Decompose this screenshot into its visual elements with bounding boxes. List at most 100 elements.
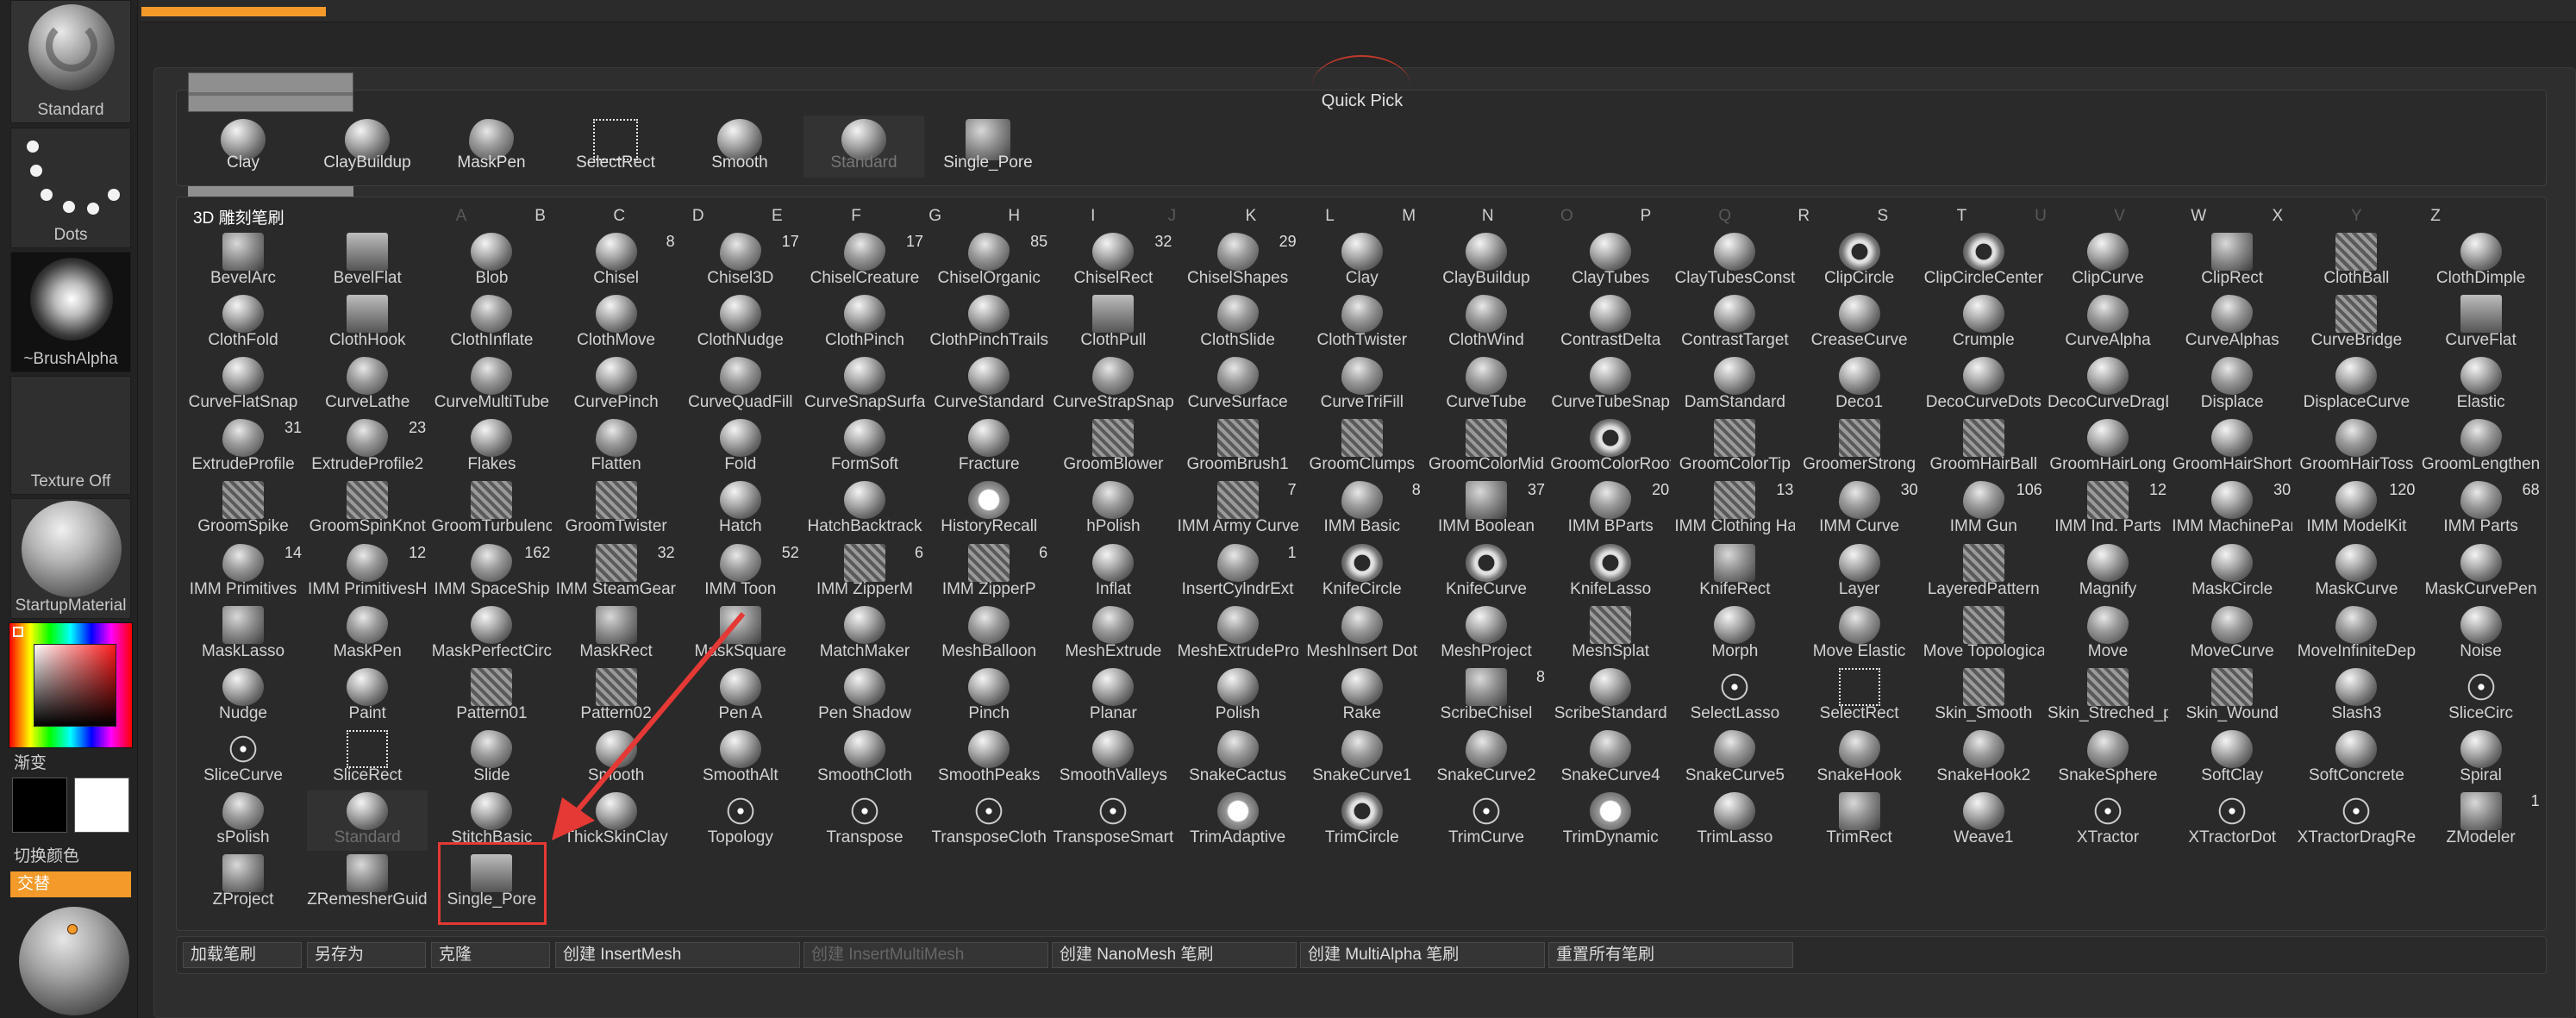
brush-item[interactable]: Smooth bbox=[556, 728, 677, 789]
alphabet-letter[interactable]: C bbox=[606, 207, 632, 226]
brush-item[interactable]: ClayTubesConst bbox=[1674, 231, 1795, 291]
brush-item[interactable]: Move bbox=[2048, 604, 2168, 665]
brush-item[interactable]: CurveLathe bbox=[307, 355, 428, 415]
brush-item[interactable]: MoveCurve bbox=[2172, 604, 2292, 665]
material-slot[interactable]: StartupMaterial bbox=[10, 498, 131, 619]
brush-item[interactable]: Pinch bbox=[928, 666, 1049, 727]
brush-item[interactable]: Planar bbox=[1053, 666, 1173, 727]
brush-item[interactable]: SoftConcrete bbox=[2296, 728, 2417, 789]
brush-item[interactable]: Magnify bbox=[2048, 542, 2168, 603]
alphabet-letter[interactable]: N bbox=[1475, 207, 1501, 226]
brush-item[interactable]: ChiselShapes 29 bbox=[1178, 231, 1298, 291]
brush-item[interactable]: MaskPerfectCirc bbox=[431, 604, 552, 665]
brush-item[interactable]: TrimAdaptive bbox=[1178, 790, 1298, 851]
brush-item[interactable]: SnakeSphere bbox=[2048, 728, 2168, 789]
preview-light-dot-icon[interactable] bbox=[67, 924, 78, 934]
quick-pick-item[interactable]: Clay bbox=[183, 116, 303, 178]
brush-item[interactable]: CurveQuadFill bbox=[680, 355, 801, 415]
brush-item[interactable]: IMM Gun 106 bbox=[1923, 479, 2044, 540]
brush-item[interactable]: ExtrudeProfile 31 bbox=[183, 417, 303, 478]
brush-item[interactable]: Chisel3D 17 bbox=[680, 231, 801, 291]
brush-item[interactable]: MaskRect bbox=[556, 604, 677, 665]
brush-item[interactable]: Weave1 bbox=[1923, 790, 2044, 851]
brush-item[interactable]: IMM Boolean 37 bbox=[1426, 479, 1547, 540]
brush-item[interactable]: IMM Ind. Parts 12 bbox=[2048, 479, 2168, 540]
brush-item[interactable]: ClothMove bbox=[556, 293, 677, 353]
quick-pick-tab[interactable] bbox=[188, 72, 353, 112]
brush-item[interactable]: MaskCurve bbox=[2296, 542, 2417, 603]
brush-item[interactable]: ChiselOrganic 85 bbox=[928, 231, 1049, 291]
alphabet-letter[interactable]: V bbox=[2107, 207, 2133, 226]
alphabet-letter[interactable]: D bbox=[685, 207, 711, 226]
brush-item[interactable]: CurveAlpha bbox=[2048, 293, 2168, 353]
color-selector-marker[interactable] bbox=[13, 627, 23, 637]
brush-item[interactable]: Topology bbox=[680, 790, 801, 851]
command-button[interactable]: 另存为 bbox=[307, 942, 426, 968]
brush-item[interactable]: CurveTubeSnap bbox=[1550, 355, 1671, 415]
saturation-value-field[interactable] bbox=[34, 644, 116, 727]
brush-item[interactable]: Crumple bbox=[1923, 293, 2044, 353]
texture-slot[interactable]: Texture Off bbox=[10, 376, 131, 495]
brush-item[interactable]: CurvePinch bbox=[556, 355, 677, 415]
brush-item[interactable]: IMM ModelKit 120 bbox=[2296, 479, 2417, 540]
brush-item[interactable]: HatchBacktrack bbox=[804, 479, 925, 540]
brush-item[interactable]: ClothPinch bbox=[804, 293, 925, 353]
brush-item[interactable]: Noise bbox=[2421, 604, 2542, 665]
brush-item[interactable]: MaskSquare bbox=[680, 604, 801, 665]
brush-item[interactable]: GroomBrush1 bbox=[1178, 417, 1298, 478]
brush-item[interactable]: GroomTurbulence bbox=[431, 479, 552, 540]
brush-item[interactable]: Skin_Wound bbox=[2172, 666, 2292, 727]
brush-item[interactable]: ContrastTarget bbox=[1674, 293, 1795, 353]
brush-item[interactable]: TransposeCloth bbox=[928, 790, 1049, 851]
brush-item[interactable]: FormSoft bbox=[804, 417, 925, 478]
brush-item[interactable]: IMM ZipperP 6 bbox=[928, 542, 1049, 603]
brush-item[interactable]: CurveMultiTube bbox=[431, 355, 552, 415]
alphabet-letter[interactable]: E bbox=[764, 207, 790, 226]
brush-item[interactable]: ClothDimple bbox=[2421, 231, 2542, 291]
brush-item[interactable]: GroomBlower bbox=[1053, 417, 1173, 478]
brush-item[interactable]: HistoryRecall bbox=[928, 479, 1049, 540]
alphabet-letter[interactable]: U bbox=[2028, 207, 2054, 226]
alphabet-letter[interactable]: P bbox=[1633, 207, 1659, 226]
brush-item[interactable]: Spiral bbox=[2421, 728, 2542, 789]
brush-item[interactable]: SelectLasso bbox=[1674, 666, 1795, 727]
brush-item[interactable]: Rake bbox=[1302, 666, 1422, 727]
brush-item[interactable]: ContrastDelta bbox=[1550, 293, 1671, 353]
brush-item[interactable]: IMM Basic 8 bbox=[1302, 479, 1422, 540]
command-button[interactable]: 创建 NanoMesh 笔刷 bbox=[1052, 942, 1297, 968]
brush-item[interactable]: MeshExtrudePro bbox=[1178, 604, 1298, 665]
brush-item[interactable]: Move Elastic bbox=[1799, 604, 1920, 665]
brush-item[interactable]: GroomSpike bbox=[183, 479, 303, 540]
alphabet-letter[interactable]: S bbox=[1870, 207, 1896, 226]
brush-item[interactable]: CurveStrapSnap bbox=[1053, 355, 1173, 415]
quick-pick-item[interactable]: Single_Pore bbox=[928, 116, 1048, 178]
brush-item[interactable]: KnifeLasso bbox=[1550, 542, 1671, 603]
brush-item[interactable]: SmoothAlt bbox=[680, 728, 801, 789]
alternate-button[interactable]: 交替 bbox=[10, 871, 131, 897]
brush-item[interactable]: Pattern01 bbox=[431, 666, 552, 727]
brush-item[interactable]: ChiselRect 32 bbox=[1053, 231, 1173, 291]
brush-item[interactable]: IMM SpaceShip 162 bbox=[431, 542, 552, 603]
brush-item[interactable]: SelectRect bbox=[1799, 666, 1920, 727]
brush-item[interactable]: Fold bbox=[680, 417, 801, 478]
brush-item[interactable]: Pen A bbox=[680, 666, 801, 727]
alphabet-letter[interactable]: F bbox=[843, 207, 869, 226]
brush-item[interactable]: GroomHairToss bbox=[2296, 417, 2417, 478]
color-picker[interactable] bbox=[9, 622, 133, 748]
brush-item[interactable]: IMM PrimitivesH 12 bbox=[307, 542, 428, 603]
brush-item[interactable]: Pattern02 bbox=[556, 666, 677, 727]
brush-item[interactable]: SliceCirc bbox=[2421, 666, 2542, 727]
quick-pick-item[interactable]: ClayBuildup bbox=[307, 116, 428, 178]
command-button[interactable]: 克隆 bbox=[431, 942, 550, 968]
brush-item[interactable]: IMM Primitives 14 bbox=[183, 542, 303, 603]
alphabet-letter[interactable]: B bbox=[528, 207, 553, 226]
brush-item[interactable]: CurveFlatSnap bbox=[183, 355, 303, 415]
brush-item[interactable]: CurveFlat bbox=[2421, 293, 2542, 353]
brush-item[interactable]: SnakeCurve2 bbox=[1426, 728, 1547, 789]
brush-item[interactable]: ClothWind bbox=[1426, 293, 1547, 353]
brush-item[interactable]: ClothPull bbox=[1053, 293, 1173, 353]
brush-item[interactable]: CurveTriFill bbox=[1302, 355, 1422, 415]
brush-item[interactable]: hPolish bbox=[1053, 479, 1173, 540]
alphabet-letter[interactable]: X bbox=[2265, 207, 2291, 226]
brush-item[interactable]: MoveInfiniteDep bbox=[2296, 604, 2417, 665]
